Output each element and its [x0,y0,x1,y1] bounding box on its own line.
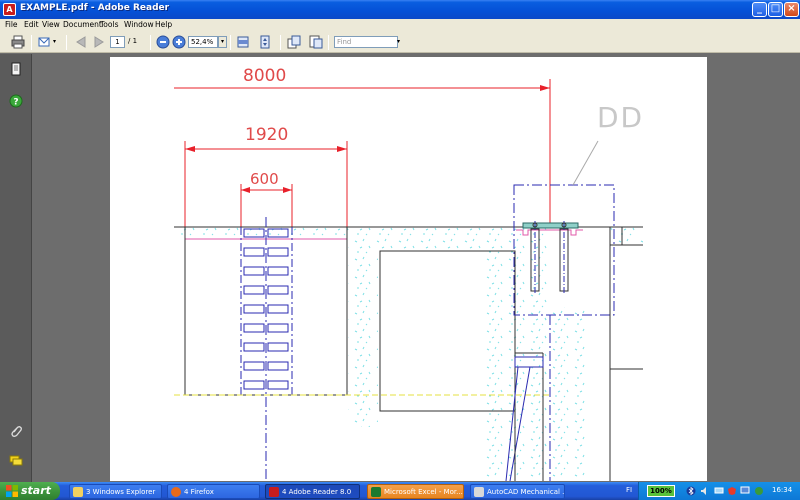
hatch-region [348,227,378,427]
excel-icon [371,487,381,497]
window-title: EXAMPLE.pdf - Adobe Reader [20,3,170,13]
next-page-icon[interactable] [92,35,106,49]
menu-tools[interactable]: Tools [100,20,118,29]
adobe-reader-icon: A [3,3,16,16]
page-total: / 1 [128,37,138,45]
help-icon[interactable]: ? [9,94,23,108]
battery-indicator[interactable]: 100% [647,485,675,497]
dimension-1920-label: 1920 [245,125,289,145]
taskbar-item-adobe-reader[interactable]: 4 Adobe Reader 8.0 [265,484,360,499]
taskbar-item-windows-explorer[interactable]: 3 Windows Explorer [69,484,162,499]
zoom-level-input[interactable]: 52,4% [188,36,218,48]
attachments-icon[interactable] [9,424,23,438]
taskbar: start 3 Windows Explorer 4 Firefox 4 Ado… [0,482,800,500]
navigation-pane: ? [0,54,32,482]
snapshot-icon[interactable] [309,35,323,49]
pages-icon[interactable] [9,62,23,76]
hatch-region [378,227,488,251]
previous-page-icon[interactable] [74,35,88,49]
start-label: start [21,484,51,497]
taskbar-item-excel[interactable]: Microsoft Excel - Mor... [367,484,464,499]
monitor-icon[interactable] [740,486,750,496]
hatch-region [482,227,550,477]
find-dropdown-icon[interactable]: ▾ [397,36,405,48]
menu-help[interactable]: Help [155,20,172,29]
toolbar-separator [31,35,32,50]
comments-icon[interactable] [9,454,23,468]
antivirus-icon[interactable] [754,486,764,496]
taskbar-item-autocad[interactable]: AutoCAD Mechanical ... [470,484,565,499]
title-bar: A EXAMPLE.pdf - Adobe Reader _ □ × [0,0,800,19]
toolbar: ▾ 1 / 1 52,4% ▾ Find ▾ [0,31,800,53]
volume-icon[interactable] [700,486,710,496]
email-icon[interactable] [38,35,52,49]
document-area[interactable]: 8000 1920 600 DD [32,54,800,482]
clock: 16:34 [772,486,793,494]
fit-width-icon[interactable] [236,35,250,49]
autocad-icon [474,487,484,497]
fit-page-icon[interactable] [258,35,272,49]
firefox-icon [171,487,181,497]
adobe-reader-icon [269,487,279,497]
toolbar-separator [280,35,281,50]
menu-file[interactable]: File [5,20,18,29]
windows-logo-icon [6,485,18,497]
menu-edit[interactable]: Edit [24,20,39,29]
menu-bar: File Edit View Document Tools Window Hel… [0,19,800,31]
pdf-page[interactable]: 8000 1920 600 DD [110,57,707,481]
toolbar-separator [66,35,67,50]
toolbar-separator [328,35,329,50]
email-dropdown-icon[interactable]: ▾ [53,38,56,45]
hatch-region [610,227,643,245]
menu-window[interactable]: Window [124,20,154,29]
find-input[interactable]: Find [334,36,398,48]
network-icon[interactable] [714,486,724,496]
language-indicator[interactable]: FI [626,486,632,494]
zoom-in-icon[interactable] [172,35,186,49]
dimension-600-label: 600 [250,170,279,188]
rotate-icon[interactable] [287,35,301,49]
security-icon[interactable] [727,486,737,496]
maximize-button[interactable]: □ [768,2,783,17]
menu-view[interactable]: View [42,20,60,29]
page-number-input[interactable]: 1 [110,36,125,48]
print-icon[interactable] [11,35,25,49]
toolbar-separator [150,35,151,50]
toolbar-separator [230,35,231,50]
taskbar-item-firefox[interactable]: 4 Firefox [167,484,260,499]
close-button[interactable]: × [784,2,799,17]
minimize-button[interactable]: _ [752,2,767,17]
svg-text:?: ? [13,98,18,108]
start-button[interactable]: start [0,482,60,500]
menu-document[interactable]: Document [63,20,102,29]
zoom-out-icon[interactable] [156,35,170,49]
dimension-8000-label: 8000 [243,66,287,86]
folder-icon [73,487,83,497]
zoom-dropdown-icon[interactable]: ▾ [218,36,227,48]
section-dd-label: DD [597,101,645,134]
bluetooth-icon[interactable] [686,486,696,496]
hatch-region [545,307,585,477]
